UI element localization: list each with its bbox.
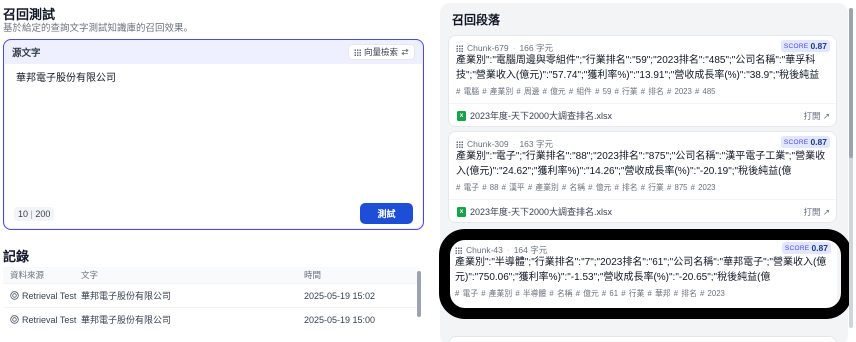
score-value: 0.87 (810, 41, 827, 51)
source-text-label: 源文字 (12, 48, 41, 59)
score-badge: SCORE 0.87 (780, 40, 830, 52)
record-text: 華邦電子股份有限公司 (81, 315, 172, 325)
record-time: 2025-05-19 15:02 (304, 290, 376, 301)
table-row[interactable]: Retrieval Test 華邦電子股份有限公司 2025-05-19 15:… (3, 283, 421, 307)
table-row[interactable]: Retrieval Test 華邦電子股份有限公司 2025-05-19 15:… (3, 307, 421, 331)
chunk-footer: x 2023年度-天下2000大調查排名.xlsx 打開 ↗ (449, 199, 836, 222)
open-link[interactable]: 打開 ↗ (804, 206, 831, 218)
retrieval-mode-label: 向量檢索 (363, 47, 398, 57)
chunk-card-partial[interactable] (448, 336, 837, 342)
chunk-id: Chunk-679 (467, 43, 509, 53)
counter-separator: | (30, 209, 33, 219)
col-source: 資料來源 (10, 270, 45, 280)
meta-dot: · (512, 139, 516, 149)
char-count: 10 (18, 209, 29, 219)
query-input[interactable]: 華邦電子股份有限公司 10 | 200 測試 (5, 64, 422, 228)
grid-icon (455, 246, 462, 254)
score-badge: SCORE 0.87 (781, 242, 831, 254)
record-source-label: Retrieval Test (22, 314, 77, 325)
col-time: 時間 (304, 270, 322, 280)
file-name: 2023年度-天下2000大調查排名.xlsx (470, 111, 613, 121)
retrieval-mode-button[interactable]: 向量檢索 (347, 44, 415, 60)
records-title: 記錄 (3, 249, 30, 264)
recalled-title: 召回段落 (452, 13, 501, 27)
retrieval-test-panel: 召回測試 基於給定的查詢文字測試知識庫的召回效果。 源文字 向量檢索 華邦電子股… (0, 0, 432, 342)
record-text: 華邦電子股份有限公司 (81, 291, 172, 301)
source-file: x 2023年度-天下2000大調查排名.xlsx (457, 109, 612, 122)
record-source-label: Retrieval Test (22, 290, 77, 301)
char-counter: 10 | 200 (14, 207, 55, 221)
file-name: 2023年度-天下2000大調查排名.xlsx (470, 207, 613, 217)
records-scrollbar[interactable] (417, 271, 421, 317)
record-source: Retrieval Test (3, 315, 81, 325)
score-label: SCORE (783, 42, 809, 50)
chunk-card[interactable]: Chunk-43 · 164 字元 SCORE 0.87 產業別":"半導體";… (448, 238, 837, 308)
chunk-content: 產業別":"半導體";"行業排名":"7";"2023排名":"61";"公司名… (455, 257, 827, 283)
score-value: 0.87 (811, 243, 828, 253)
score-label: SCORE (784, 244, 810, 252)
score-badge: SCORE 0.87 (780, 136, 830, 148)
query-text: 華邦電子股份有限公司 (16, 73, 116, 84)
grid-icon (353, 48, 361, 56)
char-max: 200 (35, 209, 51, 219)
chunk-card[interactable]: Chunk-309 · 163 字元 SCORE 0.87 產業別":"電子";… (448, 131, 837, 223)
score-label: SCORE (783, 138, 809, 146)
score-value: 0.87 (810, 137, 827, 147)
chunk-tags: # 電子 # 產業別 # 半導體 # 名稱 # 億元 # 61 # 行業 # 華… (455, 289, 725, 298)
chunk-footer: x 2023年度-天下2000大調查排名.xlsx 打開 ↗ (449, 103, 836, 126)
chunk-tags: # 電腦 # 產業別 # 周邊 # 億元 # 組件 # 59 # 行業 # 排名… (456, 87, 716, 96)
excel-icon: x (457, 110, 466, 121)
record-time: 2025-05-19 15:00 (304, 314, 376, 325)
chunks-scrollbar[interactable] (849, 8, 853, 328)
chunk-id: Chunk-309 (467, 139, 509, 149)
records-header: 資料來源 文字 時間 (3, 267, 421, 283)
record-source: Retrieval Test (3, 291, 81, 301)
scrollbar-thumb[interactable] (849, 8, 853, 158)
test-button[interactable]: 測試 (360, 203, 413, 224)
chunk-card[interactable]: Chunk-679 · 166 字元 SCORE 0.87 產業別":"電腦周邊… (448, 35, 837, 127)
recalled-chunks-panel: 召回段落 Chunk-679 · 166 字元 SCORE 0.87 產業別":… (440, 3, 848, 342)
target-icon (10, 315, 19, 324)
grid-icon (456, 140, 463, 148)
open-link[interactable]: 打開 ↗ (804, 110, 831, 122)
query-header: 源文字 向量檢索 (4, 40, 423, 64)
records-table: 資料來源 文字 時間 Retrieval Test 華邦電子股份有限公司 202… (3, 267, 421, 331)
excel-icon: x (457, 206, 466, 217)
page-description: 基於給定的查詢文字測試知識庫的召回效果。 (3, 23, 194, 34)
chunk-content: 產業別":"電腦周邊與零組件";"行業排名":"59";"2023排名":"48… (456, 55, 820, 81)
chunk-id: Chunk-43 (466, 245, 503, 255)
swap-icon (401, 48, 409, 56)
chunk-tags: # 電子 # 88 # 漢平 # 產業別 # 名稱 # 億元 # 排名 # 行業… (456, 183, 716, 192)
meta-dot: · (512, 43, 516, 53)
grid-icon (456, 44, 463, 52)
col-text: 文字 (81, 270, 99, 280)
target-icon (10, 291, 19, 300)
chunk-content: 產業別":"電子";"行業排名":"88";"2023排名":"875";"公司… (456, 151, 826, 177)
source-file: x 2023年度-天下2000大調查排名.xlsx (457, 205, 612, 218)
query-box: 源文字 向量檢索 華邦電子股份有限公司 10 | 200 測試 (3, 39, 424, 230)
meta-dot: · (506, 245, 510, 255)
